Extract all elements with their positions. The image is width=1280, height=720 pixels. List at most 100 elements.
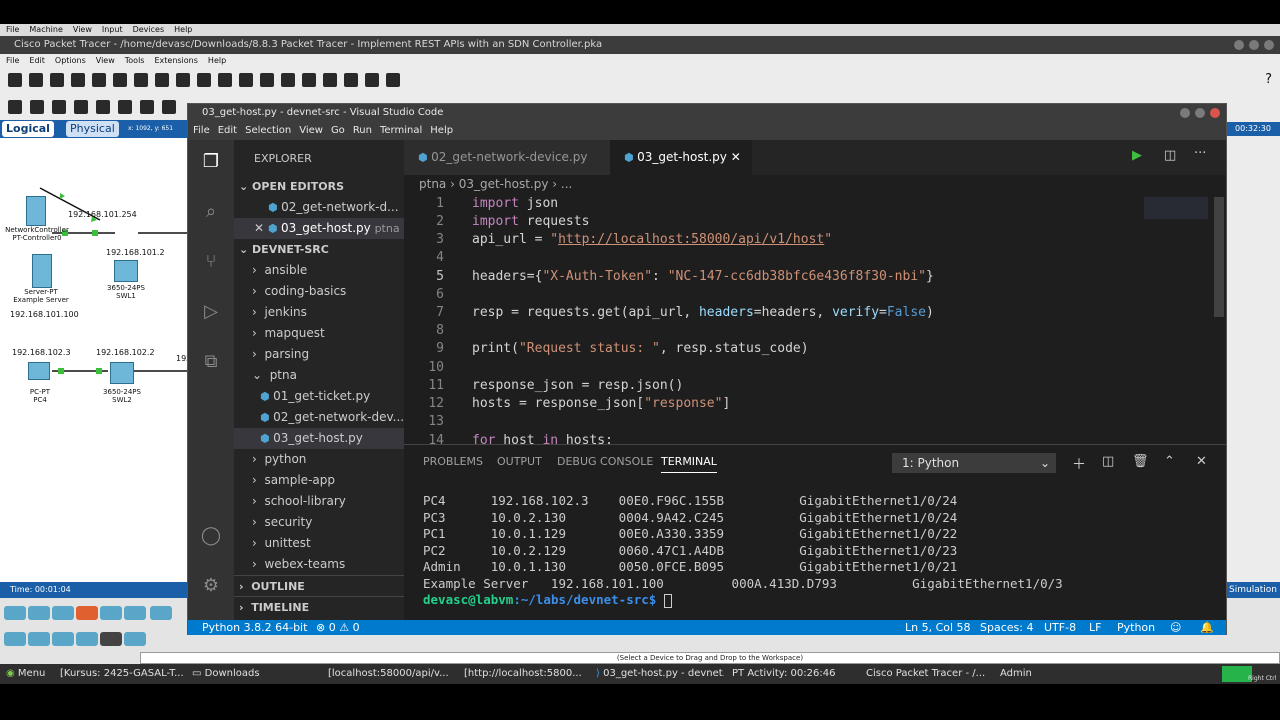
minimize-icon[interactable] bbox=[1234, 40, 1244, 50]
maximize-icon[interactable] bbox=[1249, 40, 1259, 50]
folder-item[interactable]: › mapquest bbox=[234, 323, 404, 344]
folder-item[interactable]: › sample-app bbox=[234, 470, 404, 491]
folder-item[interactable]: › school-library bbox=[234, 491, 404, 512]
panel-tab-problems[interactable]: PROBLEMS bbox=[423, 455, 483, 468]
folder-item[interactable]: › python bbox=[234, 449, 404, 470]
status-encoding[interactable]: UTF-8 bbox=[1044, 620, 1076, 635]
device-model-icon[interactable] bbox=[124, 606, 146, 620]
device-category-icon[interactable] bbox=[100, 606, 122, 620]
device-category-icon[interactable] bbox=[28, 606, 50, 620]
file-item[interactable]: ⬢ 02_get-network-dev... bbox=[234, 407, 404, 428]
info-icon[interactable] bbox=[113, 73, 127, 87]
search-icon[interactable]: ⌕ bbox=[199, 200, 223, 224]
taskbar-item[interactable]: [Kursus: 2425-GASAL-T... bbox=[60, 664, 184, 684]
controller-icon[interactable] bbox=[26, 196, 46, 226]
close-tab-icon[interactable]: ✕ bbox=[731, 150, 741, 164]
server-icon[interactable] bbox=[32, 254, 52, 288]
source-control-icon[interactable]: ⑂ bbox=[199, 250, 223, 274]
open-icon[interactable] bbox=[29, 73, 43, 87]
taskbar-item[interactable]: ▭ Downloads bbox=[192, 664, 314, 684]
menu-help[interactable]: Help bbox=[430, 122, 453, 140]
device-category-icon[interactable] bbox=[52, 632, 74, 646]
folder-item[interactable]: › webex-teams bbox=[234, 554, 404, 575]
pc4-icon[interactable] bbox=[28, 362, 50, 380]
palette-icon[interactable] bbox=[323, 73, 337, 87]
save-icon[interactable] bbox=[50, 73, 64, 87]
inspect-icon[interactable] bbox=[30, 100, 44, 114]
device-category-icon[interactable] bbox=[76, 606, 98, 620]
zoom-out-icon[interactable] bbox=[281, 73, 295, 87]
file-item-active[interactable]: ⬢ 03_get-host.py bbox=[234, 428, 404, 449]
vm-menu-devices[interactable]: Devices bbox=[133, 24, 165, 36]
vm-menu-input[interactable]: Input bbox=[102, 24, 123, 36]
undo-icon[interactable] bbox=[197, 73, 211, 87]
status-problems[interactable]: ⊗ 0 ⚠ 0 bbox=[316, 620, 360, 635]
vm-menu-machine[interactable]: Machine bbox=[29, 24, 63, 36]
minimize-icon[interactable] bbox=[1180, 108, 1190, 118]
pt-menu-view[interactable]: View bbox=[96, 54, 115, 68]
vm-menu-file[interactable]: File bbox=[6, 24, 19, 36]
vm-menu-help[interactable]: Help bbox=[174, 24, 192, 36]
wizard-icon[interactable] bbox=[134, 73, 148, 87]
split-editor-icon[interactable]: ◫ bbox=[1164, 148, 1176, 163]
folder-item[interactable]: › jenkins bbox=[234, 302, 404, 323]
panel-tab-output[interactable]: OUTPUT bbox=[497, 455, 542, 468]
status-python-interpreter[interactable]: Python 3.8.2 64-bit bbox=[202, 620, 307, 635]
more-actions-icon[interactable]: ··· bbox=[1194, 146, 1206, 161]
menu-go[interactable]: Go bbox=[331, 122, 345, 140]
menu-selection[interactable]: Selection bbox=[245, 122, 291, 140]
draw-rect-icon[interactable] bbox=[302, 73, 316, 87]
custom-device-icon[interactable] bbox=[344, 73, 358, 87]
pt-menu-options[interactable]: Options bbox=[55, 54, 86, 68]
pt-menu-file[interactable]: File bbox=[6, 54, 19, 68]
url-link[interactable]: http://localhost:58000/api/v1/host bbox=[558, 232, 824, 247]
menu-file[interactable]: File bbox=[193, 122, 210, 140]
taskbar-item-active[interactable]: ⟩ 03_get-host.py - devnet... bbox=[596, 664, 724, 684]
panel-tab-debug-console[interactable]: DEBUG CONSOLE bbox=[557, 455, 653, 468]
start-menu-button[interactable]: ◉ Menu bbox=[6, 664, 45, 684]
folder-item[interactable]: › unittest bbox=[234, 533, 404, 554]
draw-line-icon[interactable] bbox=[118, 100, 132, 114]
run-icon[interactable]: ▶ bbox=[1132, 148, 1142, 163]
device-category-icon[interactable] bbox=[124, 632, 146, 646]
device-category-icon[interactable] bbox=[4, 632, 26, 646]
taskbar-item[interactable]: [localhost:58000/api/v... bbox=[328, 664, 456, 684]
delete-icon[interactable] bbox=[52, 100, 66, 114]
menu-view[interactable]: View bbox=[299, 122, 323, 140]
open-editors-section[interactable]: ⌄ OPEN EDITORS bbox=[234, 176, 404, 197]
close-icon[interactable] bbox=[1210, 108, 1220, 118]
device-model-icon[interactable] bbox=[150, 606, 172, 620]
menu-terminal[interactable]: Terminal bbox=[380, 122, 422, 140]
feedback-icon[interactable]: ☺ bbox=[1170, 620, 1181, 635]
device-category-icon[interactable] bbox=[4, 606, 26, 620]
device-category-icon[interactable] bbox=[52, 606, 74, 620]
taskbar-item[interactable]: [http://localhost:5800... bbox=[464, 664, 588, 684]
status-indentation[interactable]: Spaces: 4 bbox=[980, 620, 1033, 635]
run-debug-icon[interactable]: ▷ bbox=[199, 300, 223, 324]
device-category-icon[interactable] bbox=[28, 632, 50, 646]
tab-physical[interactable]: Physical bbox=[66, 121, 119, 137]
simulation-tab[interactable]: Simulation bbox=[1226, 582, 1280, 598]
status-eol[interactable]: LF bbox=[1089, 620, 1101, 635]
status-language[interactable]: Python bbox=[1117, 620, 1155, 635]
folder-item-ptna[interactable]: ⌄ ptna bbox=[234, 365, 404, 386]
code-editor[interactable]: 1 import json 2 import requests 3 api_ur… bbox=[404, 193, 1226, 444]
rectangle-icon[interactable] bbox=[140, 100, 154, 114]
new-icon[interactable] bbox=[8, 73, 22, 87]
tab-02-get-network-device[interactable]: ⬢ 02_get-network-device.py bbox=[404, 140, 610, 175]
paste-icon[interactable] bbox=[176, 73, 190, 87]
close-panel-icon[interactable]: ✕ bbox=[1196, 454, 1207, 469]
explorer-icon[interactable]: ❐ bbox=[199, 150, 223, 174]
tab-logical[interactable]: Logical bbox=[2, 121, 54, 137]
taskbar-item[interactable]: Admin bbox=[1000, 664, 1080, 684]
pt-menu-tools[interactable]: Tools bbox=[125, 54, 145, 68]
device-category-icon[interactable] bbox=[100, 632, 122, 646]
folder-item[interactable]: › coding-basics bbox=[234, 281, 404, 302]
open-editor-item-active[interactable]: ✕ ⬢ 03_get-host.py ptna bbox=[234, 218, 404, 239]
close-icon[interactable] bbox=[1264, 40, 1274, 50]
ellipse-icon[interactable] bbox=[162, 100, 176, 114]
taskbar-item[interactable]: PT Activity: 00:26:46 bbox=[732, 664, 858, 684]
open-editor-item[interactable]: ⬢ 02_get-network-d... bbox=[234, 197, 404, 218]
workspace-root[interactable]: ⌄ DEVNET-SRC bbox=[234, 239, 404, 260]
maximize-icon[interactable] bbox=[1195, 108, 1205, 118]
